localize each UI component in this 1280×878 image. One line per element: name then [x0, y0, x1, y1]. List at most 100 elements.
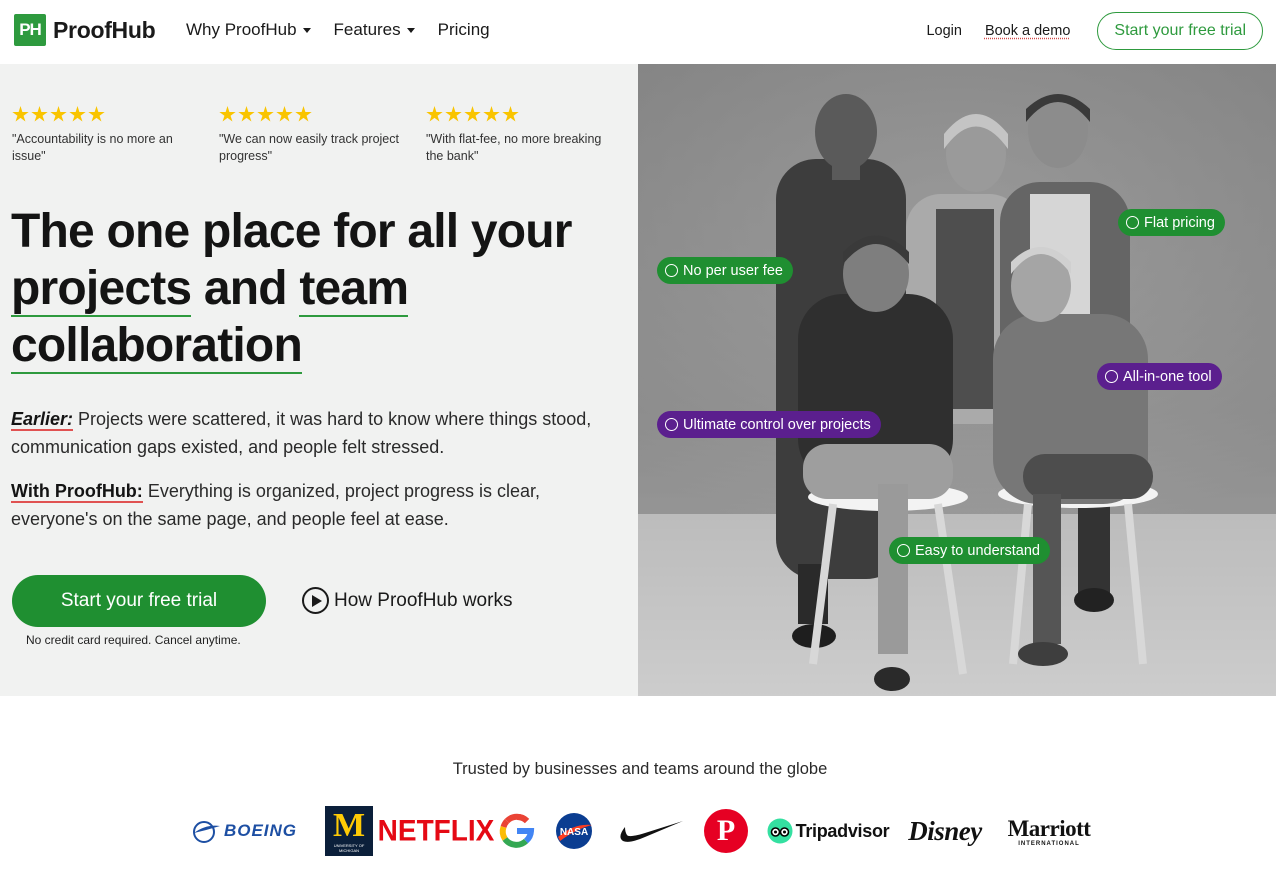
star-icon	[238, 106, 255, 122]
hero-content: "Accountability is no more an issue" "We…	[0, 64, 638, 696]
tripadvisor-wordmark: Tripadvisor	[795, 820, 890, 841]
review-quote: "We can now easily track project progres…	[219, 132, 399, 163]
boeing-wordmark: BOEING	[223, 821, 298, 840]
earlier-text: Projects were scattered, it was hard to …	[11, 409, 592, 457]
star-icon	[88, 106, 105, 122]
nav-actions: Login Book a demo Start your free trial	[926, 12, 1263, 50]
circle-icon	[897, 544, 910, 557]
nasa-wordmark: NASA	[560, 827, 588, 838]
ultimate-control-pill: Ultimate control over projects	[657, 411, 881, 438]
michigan-logo: M UNIVERSITY OF MICHIGAN	[325, 806, 373, 856]
pinterest-p: P	[716, 814, 736, 847]
review-quote: "Accountability is no more an issue"	[12, 132, 173, 163]
main-menu: Why ProofHub Features Pricing	[186, 20, 513, 40]
pill-label: No per user fee	[683, 262, 783, 279]
marriott-wordmark: Marriott	[1007, 816, 1091, 841]
easy-to-understand-pill: Easy to understand	[889, 537, 1050, 564]
five-star-rating	[219, 106, 409, 123]
marriott-logo: Marriott INTERNATIONAL	[1002, 812, 1096, 852]
hero-start-trial-button[interactable]: Start your free trial	[12, 575, 266, 627]
client-logos: BOEING M UNIVERSITY OF MICHIGAN NETFLIX …	[0, 800, 1280, 862]
menu-why-proofhub[interactable]: Why ProofHub	[186, 20, 311, 40]
book-demo-link[interactable]: Book a demo	[985, 23, 1070, 39]
circle-icon	[665, 264, 678, 277]
pinterest-logo: P	[704, 809, 748, 853]
login-link[interactable]: Login	[926, 23, 961, 39]
chevron-down-icon	[406, 27, 415, 33]
all-in-one-tool-pill: All-in-one tool	[1097, 363, 1222, 390]
menu-why-proofhub-label: Why ProofHub	[186, 20, 297, 39]
review-2: "We can now easily track project progres…	[219, 106, 409, 165]
netflix-wordmark: NETFLIX	[377, 814, 495, 847]
tripadvisor-logo: Tripadvisor	[766, 816, 890, 846]
star-icon	[12, 106, 29, 122]
with-proofhub-label: With ProofHub:	[11, 481, 143, 503]
star-icon	[31, 106, 48, 122]
netflix-logo: NETFLIX	[378, 812, 495, 850]
five-star-rating	[12, 106, 202, 123]
how-proofhub-works-button[interactable]: How ProofHub works	[302, 587, 512, 614]
headline-part: and	[191, 262, 300, 315]
top-navigation: PH ProofHub Why ProofHub Features Pricin…	[0, 0, 1280, 64]
boeing-logo: BOEING	[180, 814, 308, 848]
star-icon	[445, 106, 462, 122]
earlier-paragraph: Earlier: Projects were scattered, it was…	[11, 405, 631, 461]
pill-label: Easy to understand	[915, 542, 1040, 559]
how-proofhub-works-label: How ProofHub works	[334, 589, 513, 611]
boeing-mark-icon	[192, 821, 220, 843]
disney-logo: Disney	[904, 810, 986, 852]
star-icon	[464, 106, 481, 122]
nike-logo	[614, 816, 686, 846]
star-icon	[276, 106, 293, 122]
earlier-label: Earlier:	[11, 409, 74, 431]
trusted-by-heading: Trusted by businesses and teams around t…	[452, 760, 828, 778]
google-g-icon	[499, 813, 535, 848]
menu-pricing-label: Pricing	[437, 20, 490, 39]
pill-label: All-in-one tool	[1123, 368, 1212, 385]
star-icon	[295, 106, 312, 122]
pill-label: Ultimate control over projects	[683, 416, 871, 433]
star-icon	[219, 106, 236, 122]
headline-underlined: collaboration	[11, 319, 303, 374]
disney-wordmark: Disney	[908, 815, 982, 846]
tripadvisor-owl-icon	[767, 818, 793, 844]
star-icon	[50, 106, 67, 122]
nasa-meatball-icon: NASA	[556, 813, 592, 849]
chevron-down-icon	[302, 27, 311, 33]
star-icon	[483, 106, 500, 122]
circle-icon	[1105, 370, 1118, 383]
proofhub-logo[interactable]: PH ProofHub	[14, 14, 156, 46]
with-proofhub-paragraph: With ProofHub: Everything is organized, …	[11, 477, 631, 533]
google-logo	[497, 811, 537, 851]
headline-part: The one place for all your	[11, 205, 572, 258]
team-photo: No per user fee Flat pricing All-in-one …	[638, 64, 1276, 696]
circle-icon	[665, 418, 678, 431]
review-1: "Accountability is no more an issue"	[12, 106, 202, 165]
menu-features-label: Features	[333, 20, 401, 39]
nasa-logo: NASA	[554, 811, 594, 851]
no-credit-card-note: No credit card required. Cancel anytime.	[26, 633, 241, 647]
logo-mark: PH	[14, 14, 46, 46]
nav-start-trial-button[interactable]: Start your free trial	[1097, 12, 1263, 50]
star-icon	[257, 106, 274, 122]
menu-pricing[interactable]: Pricing	[438, 20, 490, 40]
flat-pricing-pill: Flat pricing	[1118, 209, 1225, 236]
michigan-subtext: UNIVERSITY OF MICHIGAN	[333, 843, 365, 853]
star-icon	[69, 106, 86, 122]
review-3: "With flat-fee, no more breaking the ban…	[426, 106, 616, 165]
pill-label: Flat pricing	[1144, 214, 1215, 231]
star-icon	[426, 106, 443, 122]
star-icon	[502, 106, 519, 122]
marriott-subtext: INTERNATIONAL	[1018, 841, 1080, 847]
logo-text: ProofHub	[53, 16, 156, 43]
menu-features[interactable]: Features	[334, 20, 415, 40]
circle-icon	[1126, 216, 1139, 229]
hero-headline: The one place for all your projects and …	[11, 203, 631, 374]
michigan-block-m: M	[332, 807, 366, 844]
headline-underlined: projects	[11, 262, 192, 317]
play-icon	[302, 587, 329, 614]
review-quote: "With flat-fee, no more breaking the ban…	[426, 132, 602, 163]
no-per-user-fee-pill: No per user fee	[657, 257, 793, 284]
nike-swoosh-icon	[620, 821, 683, 842]
headline-underlined: team	[299, 262, 409, 317]
